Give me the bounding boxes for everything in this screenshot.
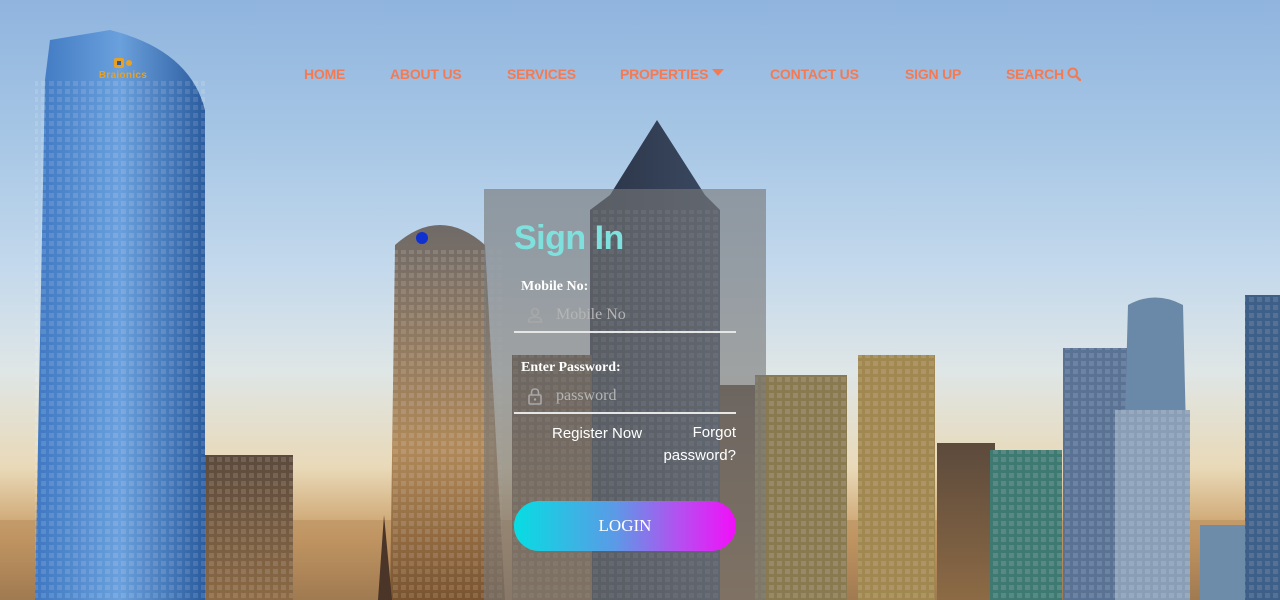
- nav-sign-up[interactable]: SIGN UP: [905, 66, 1006, 82]
- brand-logo[interactable]: Braionics: [88, 56, 158, 96]
- nav-signup-label: SIGN UP: [905, 66, 962, 82]
- password-label: Enter Password:: [521, 360, 621, 375]
- password-input[interactable]: [556, 387, 726, 405]
- nav-search-label: SEARCH: [1006, 66, 1064, 82]
- nav-properties-label: PROPERTIES: [620, 66, 709, 82]
- signin-panel: Sign In Mobile No: Enter Password: Regis…: [484, 189, 766, 600]
- nav-home[interactable]: HOME: [304, 66, 390, 82]
- nav-search[interactable]: SEARCH: [1006, 66, 1096, 82]
- main-nav: HOME ABOUT US SERVICES PROPERTIES CONTAC…: [304, 66, 1096, 82]
- logo-icon: [114, 58, 132, 68]
- login-button[interactable]: LOGIN: [514, 501, 736, 551]
- nav-contact-us[interactable]: CONTACT US: [770, 66, 905, 82]
- mobile-field: [514, 299, 736, 333]
- nav-properties-dropdown[interactable]: PROPERTIES: [620, 66, 770, 82]
- nav-home-label: HOME: [304, 66, 346, 82]
- mobile-label: Mobile No:: [521, 279, 589, 294]
- forgot-password-link[interactable]: Forgot password?: [656, 421, 736, 467]
- caret-down-icon: [712, 68, 725, 76]
- password-field: [514, 380, 736, 414]
- nav-services[interactable]: SERVICES: [507, 66, 620, 82]
- user-icon: [527, 307, 543, 323]
- brand-name: Braionics: [98, 70, 148, 81]
- search-icon: [1067, 67, 1081, 81]
- nav-contact-label: CONTACT US: [770, 66, 859, 82]
- nav-services-label: SERVICES: [507, 66, 576, 82]
- signin-title: Sign In: [514, 219, 624, 257]
- lock-icon: [528, 388, 542, 405]
- nav-about-us[interactable]: ABOUT US: [390, 66, 507, 82]
- nav-about-label: ABOUT US: [390, 66, 462, 82]
- register-now-link[interactable]: Register Now: [552, 425, 642, 442]
- mobile-input[interactable]: [556, 306, 726, 324]
